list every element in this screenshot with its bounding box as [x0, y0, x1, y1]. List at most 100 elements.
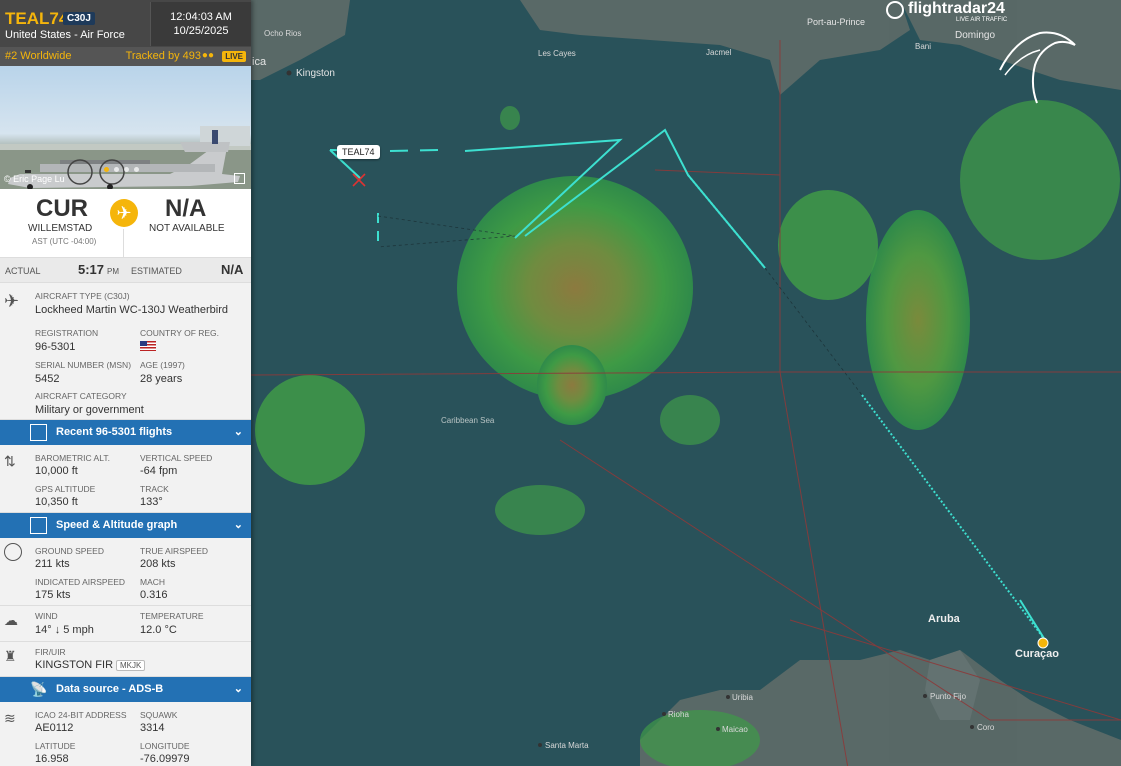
aircraft-photo[interactable]: © Eric Page Lu — [0, 66, 251, 189]
actual-ampm: PM — [107, 267, 119, 276]
mach-label: MACH — [140, 577, 166, 587]
data-source-label: Data source - ADS-B — [56, 683, 164, 695]
tracked-count: Tracked by 493 — [125, 50, 201, 62]
origin-city: WILLEMSTAD — [28, 223, 93, 234]
place-port-au-prince: Port-au-Prince — [807, 17, 866, 27]
speed-altitude-graph-bar[interactable]: Speed & Altitude graph ⌄ — [0, 513, 251, 538]
place-jacmel: Jacmel — [706, 48, 732, 57]
brand-sub: LIVE AIR TRAFFIC — [956, 17, 1008, 23]
temperature-value: 12.0 °C — [140, 624, 177, 636]
speed-altitude-graph-label: Speed & Altitude graph — [56, 519, 178, 531]
aircraft-type-label: AIRCRAFT TYPE (C30J) — [35, 291, 130, 301]
category-label: AIRCRAFT CATEGORY — [35, 391, 127, 401]
source-section: ≋ ICAO 24-BIT ADDRESS AE0112 SQUAWK 3314… — [0, 702, 251, 766]
baro-alt-label: BAROMETRIC ALT. — [35, 453, 110, 463]
ground-speed-label: GROUND SPEED — [35, 546, 104, 556]
flight-info-panel: TEAL74 C30J United States - Air Force 12… — [0, 0, 251, 766]
fir-code-badge: MKJK — [116, 660, 146, 671]
indicated-airspeed-value: 175 kts — [35, 589, 71, 601]
place-santa-marta: Santa Marta — [545, 741, 589, 750]
aircraft-type-value: Lockheed Martin WC-130J Weatherbird — [35, 304, 228, 316]
brand-logo[interactable]: flightradar24 LIVE AIR TRAFFIC — [886, 0, 1016, 26]
time-box: 12:04:03 AM 10/25/2025 — [150, 2, 251, 46]
chevron-down-icon: ⌄ — [233, 426, 243, 438]
place-caribbean-sea: Caribbean Sea — [441, 416, 495, 425]
place-ocho-rios: Ocho Rios — [264, 29, 302, 38]
external-link-icon[interactable] — [234, 173, 245, 184]
chevron-down-icon: ⌄ — [233, 519, 243, 531]
longitude-value: -76.09979 — [140, 753, 190, 765]
altitude-section: ⇅ BAROMETRIC ALT. 10,000 ft VERTICAL SPE… — [0, 445, 251, 513]
speed-section: GROUND SPEED 211 kts TRUE AIRSPEED 208 k… — [0, 538, 251, 606]
squawk-label: SQUAWK — [140, 710, 178, 720]
aircraft-tag[interactable]: TEAL74 — [337, 145, 380, 159]
serial-value: 5452 — [35, 373, 60, 385]
weather-section: ☁ WIND 14° ↓ 5 mph TEMPERATURE 12.0 °C — [0, 606, 251, 642]
route-section: CUR WILLEMSTAD AST (UTC -04:00) ✈ N/A NO… — [0, 189, 251, 258]
photo-carousel-dots[interactable] — [104, 167, 139, 172]
airplane-icon: ✈ — [4, 291, 20, 311]
icao-label: ICAO 24-BIT ADDRESS — [35, 710, 127, 720]
vertical-speed-value: -64 fpm — [140, 465, 178, 477]
place-riohacha: Rioha — [668, 710, 689, 719]
eagle-logo-icon — [995, 25, 1080, 105]
callsign: TEAL74 — [5, 9, 69, 28]
mach-value: 0.316 — [140, 589, 168, 601]
country-label: COUNTRY OF REG. — [140, 328, 220, 338]
fir-label: FIR/UIR — [35, 647, 66, 657]
estimated-label: ESTIMATED — [131, 266, 182, 276]
type-badge: C30J — [63, 12, 95, 25]
place-maicao: Maicao — [722, 725, 748, 734]
recent-flights-label: Recent 96-5301 flights — [56, 426, 173, 438]
true-airspeed-value: 208 kts — [140, 558, 176, 570]
place-bani: Bani — [915, 42, 932, 51]
origin-pin — [1037, 637, 1049, 649]
radar-cell — [500, 106, 520, 130]
age-value: 28 years — [140, 373, 183, 385]
radar-cell — [537, 345, 607, 425]
dest-city: NOT AVAILABLE — [149, 223, 225, 234]
brand-name: flightradar24 — [908, 0, 1005, 17]
squawk-value: 3314 — [140, 722, 165, 734]
place-punto-fijo: Punto Fijo — [930, 692, 967, 701]
place-kingston: Kingston — [296, 68, 335, 79]
registration-value: 96-5301 — [35, 341, 76, 353]
wind-value: 14° ↓ 5 mph — [35, 624, 94, 636]
fir-section: ♜ FIR/UIR KINGSTON FIR MKJK — [0, 642, 251, 677]
origin-timezone: AST (UTC -04:00) — [32, 237, 97, 246]
radar-cell — [866, 210, 970, 430]
true-airspeed-label: TRUE AIRSPEED — [140, 546, 209, 556]
gps-alt-label: GPS ALTITUDE — [35, 484, 96, 494]
place-coro: Coro — [977, 723, 995, 732]
us-flag-icon — [140, 341, 156, 351]
place-curacao: Curaçao — [1015, 648, 1060, 660]
longitude-label: LONGITUDE — [140, 741, 190, 751]
times-row: ACTUAL 5:17 PM ESTIMATED N/A — [0, 258, 251, 283]
current-date: 10/25/2025 — [173, 25, 229, 37]
speedometer-icon — [4, 543, 22, 561]
tower-icon: ♜ — [4, 648, 17, 664]
actual-time: 5:17 — [78, 262, 105, 277]
icao-value: AE0112 — [35, 722, 74, 734]
data-source-bar[interactable]: 📡 Data source - ADS-B ⌄ — [0, 677, 251, 702]
fir-value: KINGSTON FIR — [35, 659, 114, 671]
wind-label: WIND — [35, 611, 58, 621]
origin-code[interactable]: CUR — [36, 195, 88, 223]
place-uribia: Uribia — [732, 693, 753, 702]
photo-credit: © Eric Page Lu — [4, 174, 65, 184]
signal-icon: ≋ — [4, 710, 16, 726]
place-ica: ica — [252, 56, 267, 68]
recent-flights-bar[interactable]: Recent 96-5301 flights ⌄ — [0, 420, 251, 445]
place-domingo: Domingo — [955, 30, 996, 41]
people-icon: ●● — [201, 50, 214, 61]
airline-name: United States - Air Force — [5, 29, 125, 41]
plane-icon: ✈ — [110, 199, 138, 227]
track-label: TRACK — [140, 484, 169, 494]
age-label: AGE (1997) — [140, 360, 185, 370]
rank-bar: #2 Worldwide Tracked by 493 ●● LIVE — [0, 47, 251, 66]
dest-code: N/A — [165, 195, 207, 222]
current-time: 12:04:03 AM — [170, 11, 232, 23]
live-badge: LIVE — [222, 51, 246, 62]
radar-icon — [886, 1, 904, 19]
calendar-icon — [30, 424, 47, 441]
